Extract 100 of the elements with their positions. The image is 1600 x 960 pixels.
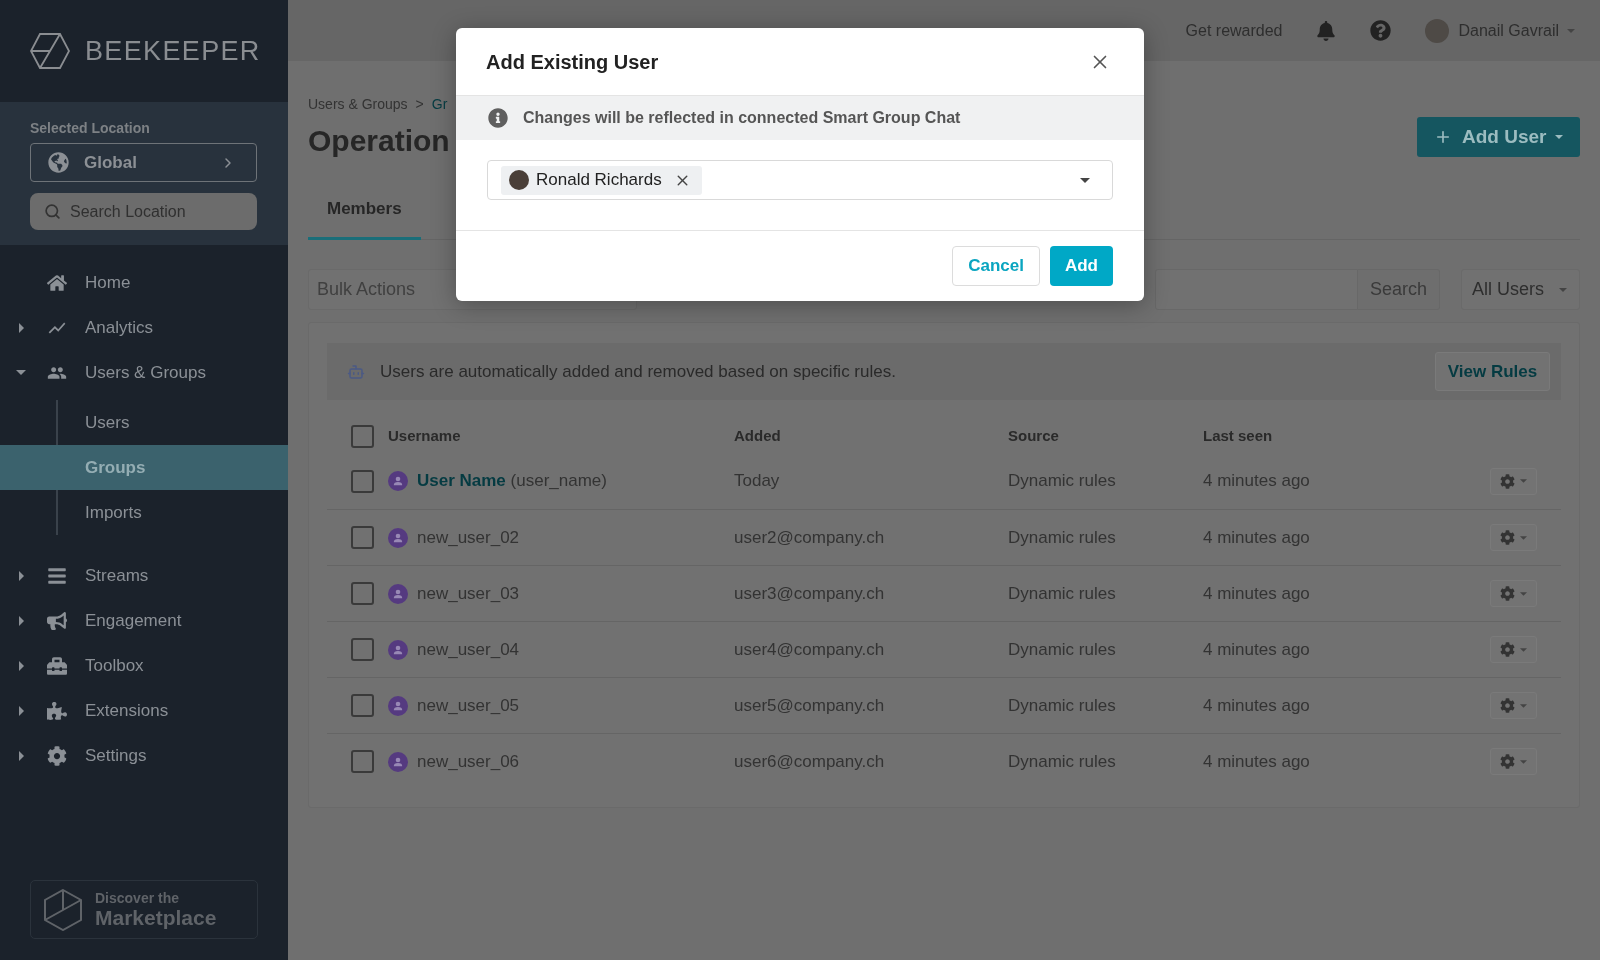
row-actions-button[interactable] (1490, 524, 1537, 551)
nav-item[interactable]: Toolbox (0, 643, 288, 688)
search-icon (44, 203, 61, 220)
user-avatar-icon (388, 639, 408, 660)
page-title: Operation (308, 123, 450, 159)
nav-item[interactable]: Analytics (0, 305, 288, 350)
location-search-field[interactable]: Search Location (30, 193, 257, 230)
user-select-field[interactable]: Ronald Richards (487, 160, 1113, 200)
nav-subitem[interactable]: Groups (0, 445, 288, 490)
help-icon[interactable] (1369, 20, 1391, 41)
hexagon-logo-icon (30, 33, 70, 69)
caret-icon (1520, 535, 1527, 540)
column-header: Added (734, 425, 782, 446)
info-icon (488, 108, 508, 128)
checkbox[interactable] (351, 469, 374, 493)
notice-text: Changes will be reflected in connected Smart Group Chat (523, 108, 961, 128)
megaphone-icon (47, 610, 67, 631)
top-bar-link[interactable]: Get rewarded (1185, 18, 1283, 43)
nav-item[interactable]: Engagement (0, 598, 288, 643)
robot-icon (347, 362, 365, 381)
gear-icon (1500, 698, 1515, 713)
tab[interactable]: Members (308, 190, 421, 240)
table-cell: 4 minutes ago (1203, 583, 1310, 603)
user-avatar-icon (388, 695, 408, 716)
row-actions-button[interactable] (1490, 748, 1537, 775)
user-avatar-icon (388, 751, 408, 772)
nav-item[interactable]: Extensions (0, 688, 288, 733)
gear-icon (1500, 642, 1515, 657)
dialog-title: Add Existing User (486, 49, 659, 75)
breadcrumb-link[interactable]: Gr (431, 94, 448, 114)
add-user-button[interactable]: Add User (1417, 117, 1580, 157)
table-cell: user5@company.ch (734, 695, 885, 715)
gear-icon (1500, 530, 1515, 545)
cube-icon (44, 888, 82, 931)
checkbox[interactable] (351, 750, 374, 773)
table-cell: 4 minutes ago (1203, 695, 1310, 715)
nav-item[interactable]: Users & Groups (0, 350, 288, 395)
table-cell: Dynamic rules (1008, 639, 1116, 659)
user-avatar-icon (388, 583, 408, 604)
caret-icon (1520, 591, 1527, 596)
table-cell: user4@company.ch (734, 639, 885, 659)
username-cell-text: new_user_05 (417, 694, 520, 717)
table-cell: Dynamic rules (1008, 751, 1116, 771)
cancel-button[interactable]: Cancel (952, 246, 1040, 286)
checkbox[interactable] (351, 638, 374, 661)
table-cell: 4 minutes ago (1203, 527, 1310, 547)
marketplace-card[interactable]: Discover the Marketplace (30, 880, 258, 939)
caret-icon (1520, 479, 1527, 483)
user-avatar-icon (388, 471, 408, 491)
checkbox[interactable] (351, 694, 374, 717)
plus-icon (1434, 128, 1452, 146)
caret-icon (1559, 287, 1567, 292)
username-cell-text: new_user_04 (417, 638, 520, 661)
location-label: Selected Location (30, 119, 151, 137)
caret-icon (1555, 135, 1563, 139)
nav-item[interactable]: Streams (0, 553, 288, 598)
gear-icon (1500, 473, 1515, 489)
user-name-link[interactable]: User Name (417, 471, 506, 491)
user-avatar-icon (388, 527, 408, 548)
row-actions-button[interactable] (1490, 692, 1537, 719)
checkbox[interactable] (351, 424, 374, 448)
table-cell: Dynamic rules (1008, 695, 1116, 715)
username-cell-text: new_user_02 (417, 526, 520, 549)
nav-subitem[interactable]: Users (0, 400, 288, 445)
globe-icon (48, 152, 69, 173)
username-cell-text: new_user_03 (417, 582, 520, 605)
caret-icon (1567, 28, 1575, 33)
list-icon (47, 565, 67, 586)
user-menu-button[interactable]: Danail Gavrail (1424, 18, 1575, 43)
table-cell: Dynamic rules (1008, 471, 1116, 491)
table-cell: 4 minutes ago (1203, 751, 1310, 771)
column-header: Last seen (1203, 425, 1274, 446)
add-button[interactable]: Add (1049, 246, 1113, 286)
caret-icon (1520, 759, 1527, 764)
username-cell-text: new_user_06 (417, 750, 520, 773)
table-cell: Dynamic rules (1008, 583, 1116, 603)
row-actions-button[interactable] (1490, 636, 1537, 663)
column-header: Source (1008, 425, 1060, 446)
checkbox[interactable] (351, 582, 374, 605)
nav-subitem[interactable]: Imports (0, 490, 288, 535)
table-cell: 4 minutes ago (1203, 471, 1310, 491)
gear-icon (1500, 754, 1515, 769)
table-cell: Dynamic rules (1008, 527, 1116, 547)
chip-label: Ronald Richards (536, 169, 662, 192)
view-rules-button[interactable]: View Rules (1435, 352, 1550, 391)
nav-item[interactable]: Settings (0, 733, 288, 778)
breadcrumb-link[interactable]: Users & Groups (308, 94, 408, 114)
bell-icon[interactable] (1315, 20, 1336, 41)
caret-icon (1080, 177, 1090, 183)
checkbox[interactable] (351, 526, 374, 549)
row-actions-button[interactable] (1490, 467, 1537, 495)
user-filter-select[interactable]: All Users (1461, 269, 1580, 310)
logo-text: BEEKEEPER (85, 34, 261, 68)
username-cell-text: User Name (user_name) (417, 470, 607, 493)
marketplace-caption: Discover the (95, 890, 181, 906)
nav-item[interactable]: Home (0, 260, 288, 305)
row-actions-button[interactable] (1490, 580, 1537, 607)
table-cell: 4 minutes ago (1203, 639, 1310, 659)
gear-icon (1500, 586, 1515, 601)
location-button[interactable]: Global (30, 143, 257, 182)
